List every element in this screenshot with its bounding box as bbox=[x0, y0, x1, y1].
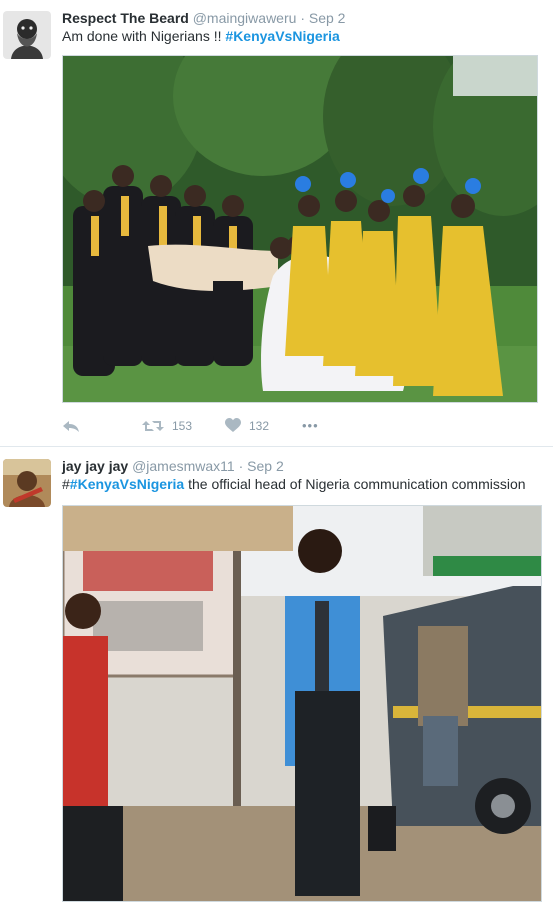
avatar[interactable] bbox=[3, 11, 51, 59]
like-button[interactable]: 132 bbox=[225, 418, 269, 433]
retweet-icon bbox=[142, 418, 164, 434]
retweet-count: 153 bbox=[172, 419, 193, 433]
user-name[interactable]: jay jay jay bbox=[62, 458, 128, 474]
like-heart-icon bbox=[225, 418, 241, 433]
reply-button[interactable] bbox=[62, 418, 80, 434]
more-button[interactable]: ••• bbox=[302, 418, 319, 433]
like-count: 132 bbox=[249, 418, 270, 433]
tweet-text-body: Am done with Nigerians !! bbox=[62, 28, 226, 44]
tweet-text-prefix: # bbox=[62, 476, 70, 492]
separator-dot: · bbox=[238, 458, 244, 474]
hashtag-link[interactable]: #KenyaVsNigeria bbox=[225, 28, 339, 44]
user-name[interactable]: Respect The Beard bbox=[62, 10, 189, 26]
tweet[interactable]: jay jay jay @jamesmwax11 · Sep 2 ##Kenya… bbox=[0, 448, 553, 902]
tweet-header: jay jay jay @jamesmwax11 · Sep 2 bbox=[62, 457, 284, 475]
tweet-text: ##KenyaVsNigeria the official head of Ni… bbox=[62, 475, 526, 493]
tweet-text: Am done with Nigerians !! #KenyaVsNigeri… bbox=[62, 27, 340, 45]
tweet-photo[interactable] bbox=[62, 55, 538, 403]
separator-dot: · bbox=[300, 10, 305, 26]
retweet-button[interactable]: 153 bbox=[142, 418, 192, 434]
tweet-photo[interactable] bbox=[62, 505, 542, 902]
tweet-date[interactable]: Sep 2 bbox=[309, 10, 346, 26]
tweet-date[interactable]: Sep 2 bbox=[247, 458, 284, 474]
tweet[interactable]: Respect The Beard @maingiwaweru · Sep 2 … bbox=[0, 0, 553, 447]
tweet-actions: 153 132 ••• bbox=[62, 418, 362, 438]
reply-icon bbox=[62, 418, 80, 434]
user-handle[interactable]: @maingiwaweru bbox=[193, 10, 297, 26]
user-handle[interactable]: @jamesmwax11 bbox=[132, 458, 235, 474]
more-dots-icon: ••• bbox=[302, 418, 319, 433]
tweet-text-suffix: the official head of Nigeria communicati… bbox=[184, 476, 526, 492]
tweet-header: Respect The Beard @maingiwaweru · Sep 2 bbox=[62, 9, 345, 27]
avatar[interactable] bbox=[3, 459, 51, 507]
hashtag-link[interactable]: #KenyaVsNigeria bbox=[70, 476, 184, 492]
